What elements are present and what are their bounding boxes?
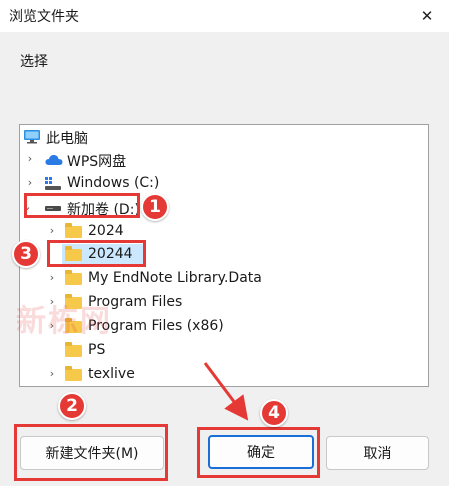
annotation-badge-1: 1 [141,193,169,221]
folder-tree[interactable]: 此电脑 › WPS网盘 › Windows (C:) ⌄ 新加卷 (D:) › … [19,124,429,387]
annotation-badge-2: 2 [58,392,86,420]
tree-item-folder-20244[interactable]: 20244 [20,244,428,266]
tree-item-label: My EndNote Library.Data [88,270,262,286]
ok-button[interactable]: 确定 [208,435,314,469]
title-bar: 浏览文件夹 ✕ [0,0,449,32]
drive-icon [44,200,62,216]
folder-icon [65,246,83,263]
chevron-right-icon[interactable]: › [23,152,37,166]
new-folder-button[interactable]: 新建文件夹(M) [20,436,164,470]
chevron-down-icon[interactable]: ⌄ [20,200,34,214]
tree-item-label: PS [88,342,106,358]
cloud-icon [44,152,63,168]
tree-item-wps-cloud[interactable]: › WPS网盘 [20,149,428,171]
close-button[interactable]: ✕ [405,0,449,32]
tree-item-drive-c[interactable]: › Windows (C:) [20,173,428,195]
windows-drive-icon [44,176,62,192]
folder-icon [65,366,83,383]
folder-icon [65,342,83,359]
watermark: 新栋网 [16,304,112,339]
close-icon: ✕ [420,7,434,25]
computer-icon [23,129,41,145]
tree-item-label: Windows (C:) [67,175,160,191]
folder-icon [65,223,83,240]
tree-item-folder-endnote[interactable]: › My EndNote Library.Data [20,268,428,290]
chevron-right-icon[interactable]: › [23,176,37,190]
tree-item-label: 20244 [88,246,133,262]
tree-item-label: 2024 [88,223,124,239]
instruction-text: 选择 [20,54,48,70]
window-title: 浏览文件夹 [9,9,79,25]
chevron-right-icon[interactable]: › [45,367,59,381]
chevron-right-icon[interactable]: › [45,271,59,285]
folder-icon [65,270,83,287]
tree-item-label: texlive [88,366,135,382]
chevron-right-icon[interactable]: › [45,224,59,238]
tree-item-label: WPS网盘 [67,154,127,170]
tree-item-label: 此电脑 [46,131,88,147]
tree-item-folder-2024[interactable]: › 2024 [20,221,428,243]
annotation-badge-4: 4 [260,399,288,427]
tree-item-drive-d[interactable]: ⌄ 新加卷 (D:) [20,197,428,219]
cancel-button[interactable]: 取消 [326,436,429,470]
tree-item-label: 新加卷 (D:) [67,202,140,218]
annotation-badge-3: 3 [12,240,40,268]
tree-item-this-pc[interactable]: 此电脑 [20,126,428,148]
annotation-arrow [203,362,249,421]
